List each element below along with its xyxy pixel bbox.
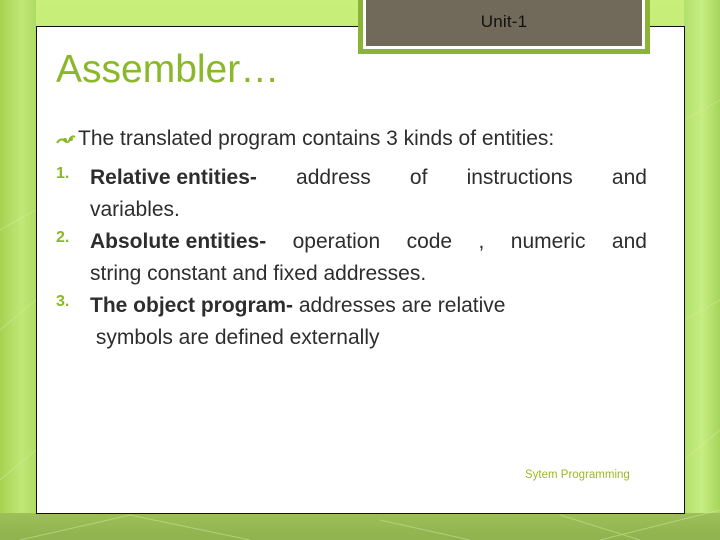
list-number: 3. — [56, 293, 70, 310]
list-item-continuation: string constant and fixed addresses. — [90, 262, 427, 285]
word: and — [611, 230, 647, 253]
word: code — [406, 230, 453, 253]
intro-bullet: The translated program contains 3 kinds … — [56, 127, 664, 161]
word: address — [296, 166, 371, 189]
list-item-1: 1. Relative entities- address of instruc… — [56, 162, 664, 226]
list-item-bold: Absolute entities- — [90, 230, 267, 253]
word: of — [409, 166, 428, 189]
list-number: 2. — [56, 229, 70, 246]
list-item-line: The object program- addresses are relati… — [90, 290, 664, 322]
slide-body: The translated program contains 3 kinds … — [56, 127, 664, 354]
intro-text: The translated program contains 3 kinds … — [78, 127, 555, 150]
list-item-bold: Relative entities- — [90, 166, 257, 189]
word: and — [611, 166, 647, 189]
unit-tab: Unit-1 — [358, 0, 650, 54]
word: , — [478, 230, 485, 253]
word: numeric — [510, 230, 586, 253]
word: operation — [292, 230, 381, 253]
list-item-line: Absolute entities- operation code , nume… — [90, 226, 647, 258]
list-item-3: 3. The object program- addresses are rel… — [56, 290, 664, 354]
list-item-bold: The object program- — [90, 294, 294, 317]
list-item-line: Relative entities- address of instructio… — [90, 162, 647, 194]
slide-title: Assembler… — [56, 48, 280, 91]
footer-text: Sytem Programming — [525, 469, 630, 481]
list-number: 1. — [56, 165, 70, 182]
list-item-text: addresses are relative — [293, 294, 506, 317]
word: instructions — [466, 166, 573, 189]
list-item-continuation: symbols are defined externally — [90, 326, 380, 349]
list-item-continuation: variables. — [90, 198, 180, 221]
list-item-2: 2. Absolute entities- operation code , n… — [56, 226, 664, 290]
unit-tab-inner: Unit-1 — [363, 0, 645, 49]
swirl-bullet-icon — [56, 127, 78, 151]
unit-label: Unit-1 — [480, 12, 528, 31]
